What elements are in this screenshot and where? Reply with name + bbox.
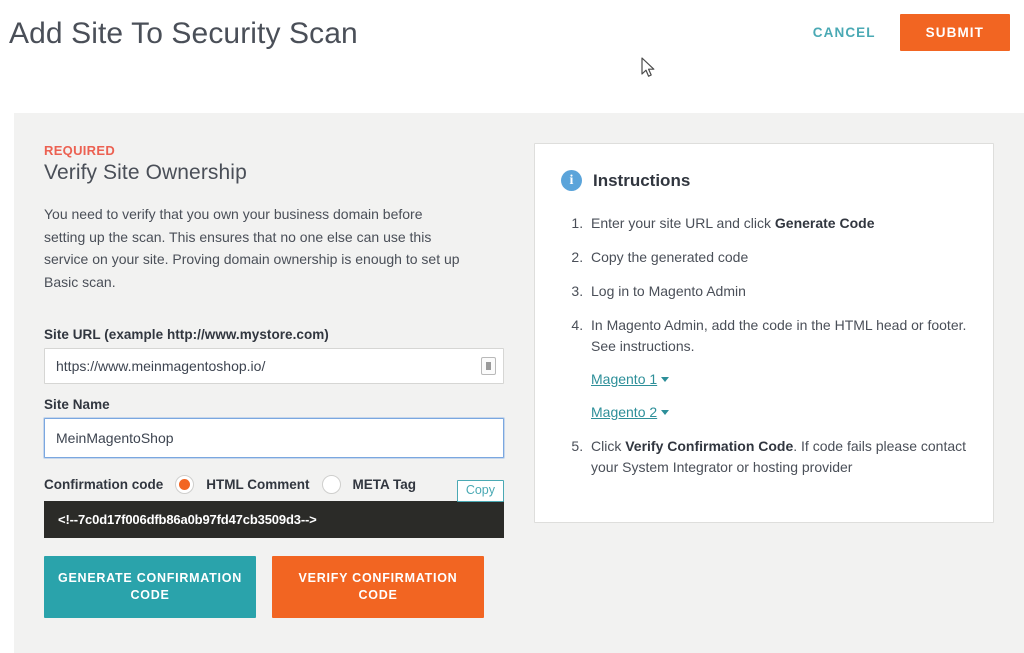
verify-site-ownership-panel: REQUIRED Verify Site Ownership You need … <box>44 143 504 618</box>
instructions-list: Enter your site URL and click Generate C… <box>561 213 967 478</box>
cancel-button[interactable]: CANCEL <box>807 17 882 48</box>
instructions-panel: i Instructions Enter your site URL and c… <box>534 143 994 618</box>
radio-meta-tag[interactable] <box>321 474 341 494</box>
submit-button[interactable]: SUBMIT <box>899 14 1010 51</box>
generate-confirmation-code-button[interactable]: GENERATE CONFIRMATION CODE <box>44 556 256 618</box>
step-4-text: In Magento Admin, add the code in the HT… <box>591 317 967 354</box>
step-5-text: Click <box>591 438 626 454</box>
confirmation-code-text[interactable]: <!--7c0d17f006dfb86a0b97fd47cb3509d3--> <box>44 501 504 538</box>
content-inner: REQUIRED Verify Site Ownership You need … <box>14 113 1024 618</box>
copy-button[interactable]: Copy <box>456 480 504 502</box>
magento-1-link[interactable]: Magento 1 <box>591 369 670 390</box>
instructions-title: Instructions <box>593 170 691 190</box>
radio-html-comment[interactable] <box>175 474 195 494</box>
step-1-bold: Generate Code <box>774 215 875 231</box>
verify-confirmation-code-button[interactable]: VERIFY CONFIRMATION CODE <box>272 556 484 618</box>
radio-meta-tag-label[interactable]: META Tag <box>353 477 417 492</box>
page-title: Add Site To Security Scan <box>9 17 358 50</box>
content-area: REQUIRED Verify Site Ownership You need … <box>14 113 1024 653</box>
site-url-input[interactable] <box>44 348 504 384</box>
instructions-card: i Instructions Enter your site URL and c… <box>534 143 994 523</box>
required-badge: REQUIRED <box>44 143 116 158</box>
intro-text: You need to verify that you own your bus… <box>44 206 460 290</box>
page-header: Add Site To Security Scan CANCEL SUBMIT <box>0 0 1024 110</box>
autofill-icon[interactable] <box>481 357 496 375</box>
header-actions: CANCEL SUBMIT <box>807 14 1010 51</box>
instruction-step-3: Log in to Magento Admin <box>587 281 967 302</box>
magento-1-link-label: Magento 1 <box>591 371 658 387</box>
instruction-step-5: Click Verify Confirmation Code. If code … <box>587 436 967 478</box>
site-name-input[interactable] <box>44 418 504 458</box>
site-url-field-wrap <box>44 348 504 384</box>
instructions-header: i Instructions <box>561 170 967 191</box>
site-name-field-wrap <box>44 418 504 458</box>
info-icon: i <box>561 170 582 191</box>
site-url-label: Site URL (example http://www.mystore.com… <box>44 327 329 342</box>
step-2-text: Copy the generated code <box>591 249 749 265</box>
chevron-down-icon <box>661 377 670 382</box>
confirmation-code-label: Confirmation code <box>44 476 164 492</box>
section-title: Verify Site Ownership <box>44 161 247 184</box>
radio-html-comment-label[interactable]: HTML Comment <box>206 477 309 492</box>
instruction-step-4: In Magento Admin, add the code in the HT… <box>587 315 967 423</box>
magento-2-link[interactable]: Magento 2 <box>591 402 670 423</box>
instruction-step-2: Copy the generated code <box>587 247 967 268</box>
site-name-label: Site Name <box>44 397 110 412</box>
step-5-bold: Verify Confirmation Code <box>625 438 794 454</box>
step-3-text: Log in to Magento Admin <box>591 283 746 299</box>
instruction-step-1: Enter your site URL and click Generate C… <box>587 213 967 234</box>
step-1-text: Enter your site URL and click <box>591 215 775 231</box>
code-block: Copy <!--7c0d17f006dfb86a0b97fd47cb3509d… <box>44 480 504 538</box>
confirmation-code-row: Confirmation code HTML Comment META Tag <box>44 471 504 497</box>
action-buttons: GENERATE CONFIRMATION CODE VERIFY CONFIR… <box>44 556 504 618</box>
magento-2-link-label: Magento 2 <box>591 404 658 420</box>
chevron-down-icon <box>661 410 670 415</box>
